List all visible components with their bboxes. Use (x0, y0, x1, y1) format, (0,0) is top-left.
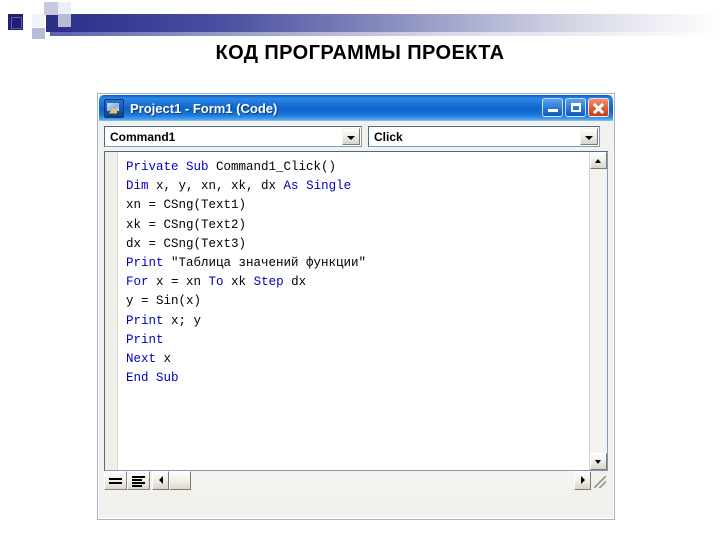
scroll-up-icon[interactable] (590, 152, 607, 169)
procedure-combo-value: Click (374, 129, 403, 144)
code-keyword: To (208, 275, 232, 290)
chevron-down-icon[interactable] (342, 128, 360, 145)
code-token: xk = CSng(Text2) (126, 217, 247, 232)
code-toolbar: Command1 Click (98, 121, 614, 151)
horizontal-scrollbar[interactable] (152, 471, 591, 490)
full-module-view-button[interactable] (127, 471, 150, 490)
banner-square (32, 28, 45, 39)
maximize-icon[interactable] (565, 98, 586, 117)
code-line: Print (126, 331, 589, 350)
editor-bottom-bar (104, 471, 608, 490)
vertical-scroll-track[interactable] (590, 169, 607, 453)
slide-decoration-banner (0, 0, 720, 40)
code-keyword: Single (306, 179, 352, 194)
code-line: Private Sub Command1_Click() (126, 158, 589, 177)
object-combo-value: Command1 (110, 129, 176, 144)
window-title: Project1 - Form1 (Code) (130, 100, 278, 116)
code-window: Project1 - Form1 (Code) Command1 Click P… (97, 93, 615, 520)
code-keyword: As (283, 179, 307, 194)
code-keyword: Private Sub (126, 160, 217, 174)
code-token: y = Sin(x) (126, 294, 202, 309)
code-text[interactable]: Private Sub Command1_Click() Dim x, y, xn… (118, 152, 589, 470)
banner-square (44, 2, 58, 15)
procedure-view-button[interactable] (104, 471, 127, 490)
code-keyword: Step (253, 275, 292, 290)
banner-gradient-bar (46, 14, 720, 32)
vb-form-icon (104, 98, 124, 118)
code-keyword: End Sub (126, 371, 179, 386)
code-string: "Таблица значений функции" (171, 256, 367, 271)
code-token: xk (231, 275, 254, 290)
code-keyword: Print (126, 256, 172, 271)
chevron-down-icon[interactable] (580, 128, 598, 145)
code-token: x (163, 352, 172, 367)
banner-logo-icon (6, 12, 25, 32)
code-token: x; y (171, 313, 202, 328)
code-line: For x = xn To xk Step dx (126, 273, 589, 292)
code-keyword: Print (126, 332, 164, 347)
banner-gradient-shadow (50, 32, 720, 36)
horizontal-scroll-track[interactable] (191, 471, 574, 490)
code-keyword: Next (126, 352, 164, 367)
resize-grip-icon[interactable] (591, 471, 608, 490)
object-combo[interactable]: Command1 (104, 126, 362, 147)
code-line: dx = CSng(Text3) (126, 235, 589, 254)
page-title: КОД ПРОГРАММЫ ПРОЕКТА (215, 42, 505, 64)
close-icon[interactable] (588, 98, 609, 117)
code-token: dx (291, 275, 307, 290)
code-line: Print x; y (126, 312, 589, 331)
horizontal-scroll-thumb[interactable] (169, 471, 191, 490)
code-token: Command1_Click() (216, 160, 337, 174)
code-line: y = Sin(x) (126, 292, 589, 311)
vertical-scrollbar[interactable] (589, 152, 607, 470)
scroll-right-icon[interactable] (574, 471, 591, 490)
code-token: xn = CSng(Text1) (126, 198, 247, 213)
window-controls (542, 98, 609, 117)
code-keyword: Dim (126, 179, 157, 194)
code-token: x, y, xn, xk, dx (156, 179, 284, 194)
procedure-combo[interactable]: Click (368, 126, 600, 147)
banner-square (58, 14, 71, 27)
banner-square (32, 14, 44, 27)
code-line: Dim x, y, xn, xk, dx As Single (126, 177, 589, 196)
code-line: Next x (126, 350, 589, 369)
code-keyword: For (126, 275, 157, 290)
code-editor[interactable]: Private Sub Command1_Click() Dim x, y, xn… (104, 151, 608, 471)
window-titlebar[interactable]: Project1 - Form1 (Code) (99, 95, 613, 121)
minimize-icon[interactable] (542, 98, 563, 117)
code-line: End Sub (126, 369, 589, 388)
scroll-left-icon[interactable] (152, 471, 169, 490)
code-token: dx = CSng(Text3) (126, 236, 247, 251)
code-line: Print "Таблица значений функции" (126, 254, 589, 273)
code-line: xk = CSng(Text2) (126, 216, 589, 235)
code-line: xn = CSng(Text1) (126, 196, 589, 215)
scroll-down-icon[interactable] (590, 453, 607, 470)
code-keyword: Print (126, 313, 172, 328)
editor-margin-indicator-bar (105, 152, 118, 470)
code-token: x = xn (156, 275, 209, 290)
